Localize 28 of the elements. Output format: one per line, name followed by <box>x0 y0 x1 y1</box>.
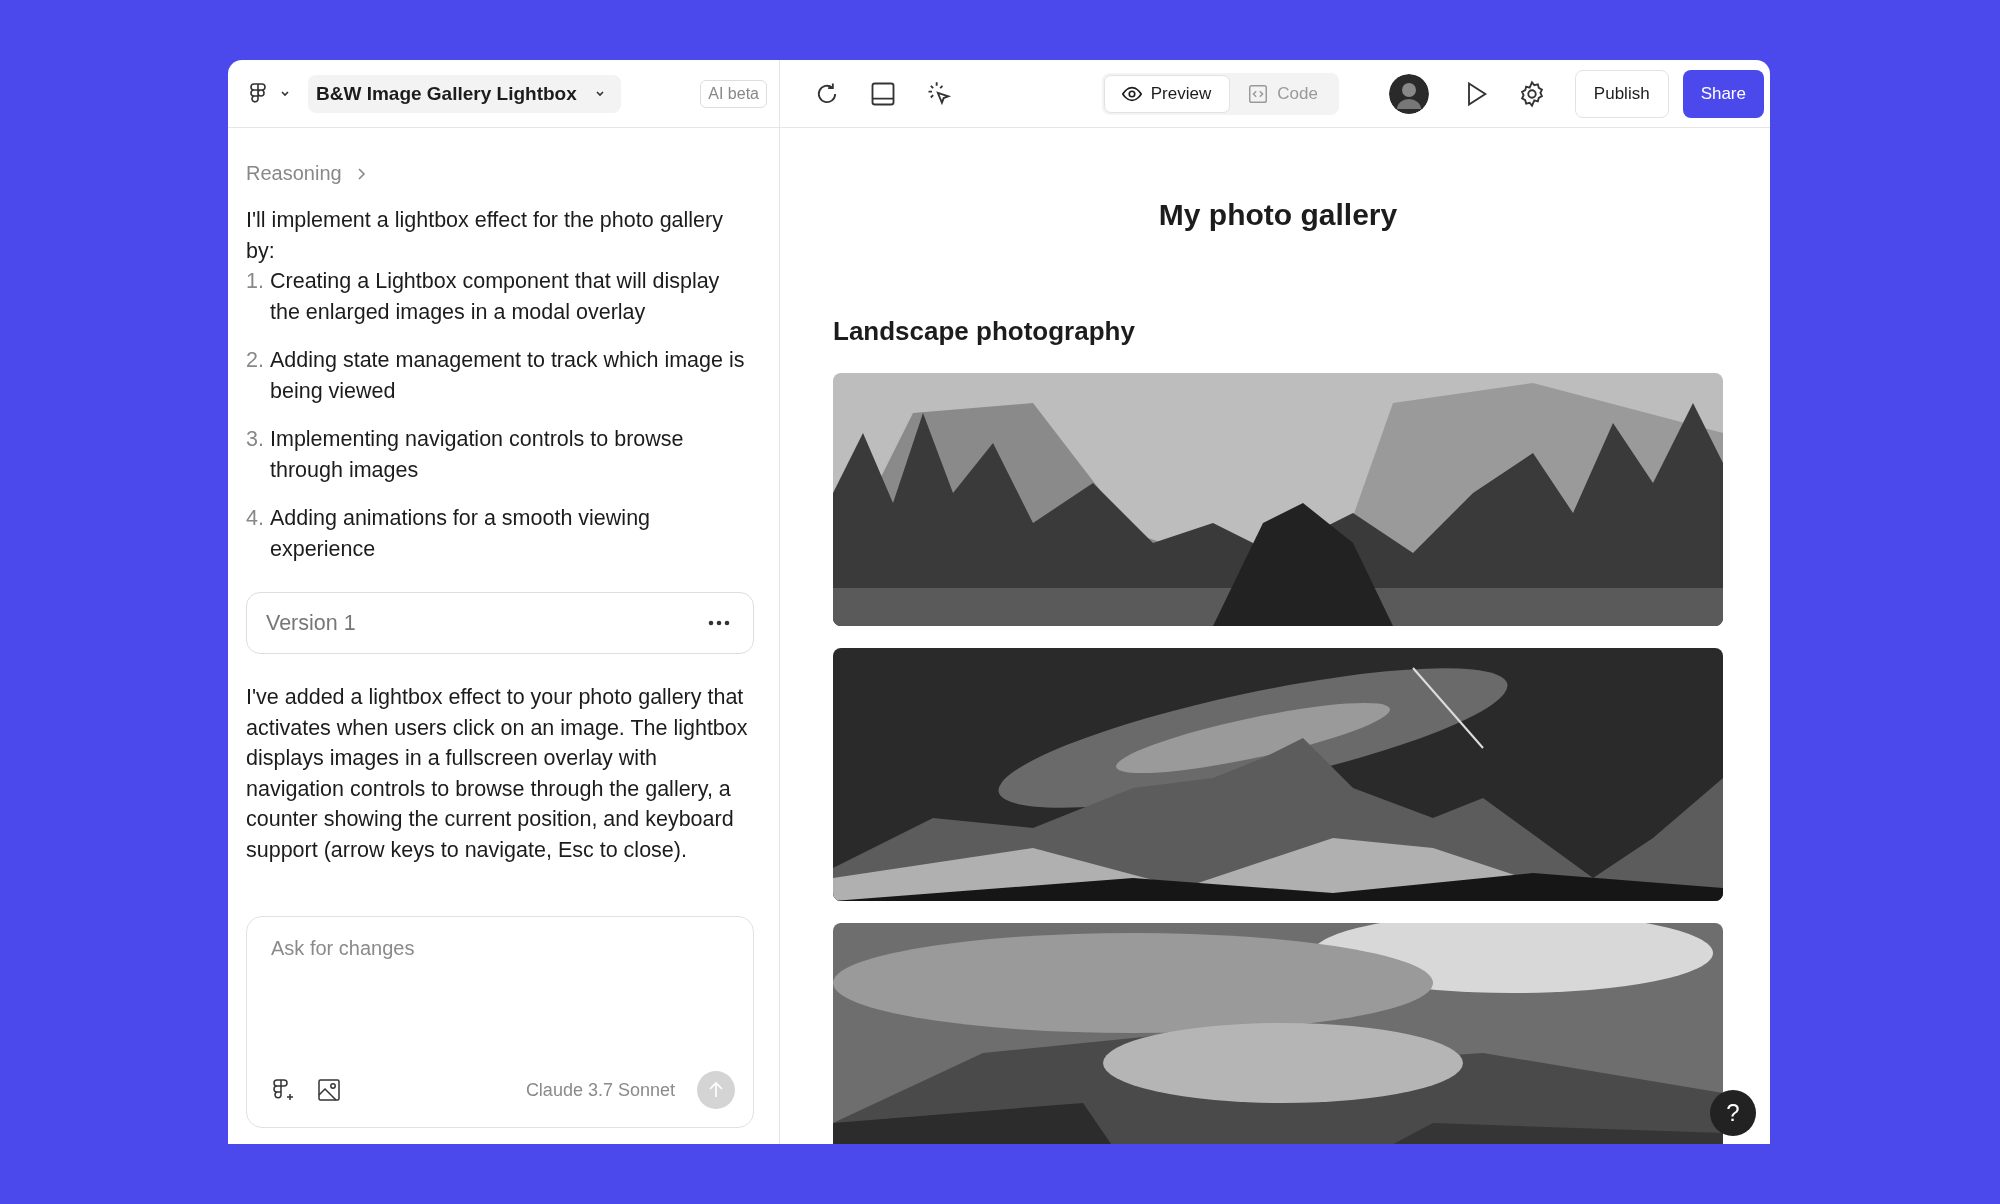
reasoning-toggle[interactable]: Reasoning <box>246 162 754 185</box>
list-number: 1. <box>246 268 262 295</box>
publish-button[interactable]: Publish <box>1574 69 1669 118</box>
ai-beta-badge: AI beta <box>700 79 767 108</box>
share-button[interactable]: Share <box>1682 69 1764 118</box>
list-number: 4. <box>246 505 262 532</box>
code-icon <box>1247 82 1270 105</box>
help-button[interactable]: ? <box>1710 1090 1756 1136</box>
list-item-text: Implementing navigation controls to browse through images <box>270 426 685 484</box>
list-item-text: Adding state management to track which image is being viewed <box>270 347 746 405</box>
list-number: 3. <box>246 426 262 453</box>
project-title[interactable]: B&W Image Gallery Lightbox <box>308 74 621 113</box>
message-text: I've added a lightbox effect to your photo gallery that activates when users click on an image. The lightbox displays images in a fullscreen overlay with navigation controls to browse through the gallery, a counter showing the current position, and keyboard support (arrow keys to navigate, Esc to close). <box>246 684 749 864</box>
model-label[interactable]: Claude 3.7 Sonnet <box>525 1074 675 1106</box>
logo-plus-icon[interactable] <box>271 1078 295 1102</box>
message-text: I'll implement a lightbox effect for the photo gallery by: <box>246 207 724 265</box>
image-icon[interactable] <box>317 1078 341 1102</box>
preview-tab[interactable]: Preview <box>1103 74 1231 113</box>
section-heading: Landscape photography <box>833 316 1136 347</box>
list-number: 2. <box>246 347 262 374</box>
chat-input[interactable]: Ask for changes Claude 3.7 Sonnet <box>246 916 754 1128</box>
page-heading: My photo gallery <box>1157 198 1399 232</box>
version-label: Version 1 <box>266 609 356 637</box>
avatar-icon[interactable] <box>1388 73 1429 114</box>
list-item-text: Adding animations for a smooth viewing experience <box>270 505 652 563</box>
more-icon[interactable] <box>707 620 731 626</box>
list-item-text: Creating a Lightbox component that will display the enlarged images in a modal overlay <box>270 268 721 326</box>
version-card[interactable]: Version 1 <box>246 592 754 654</box>
